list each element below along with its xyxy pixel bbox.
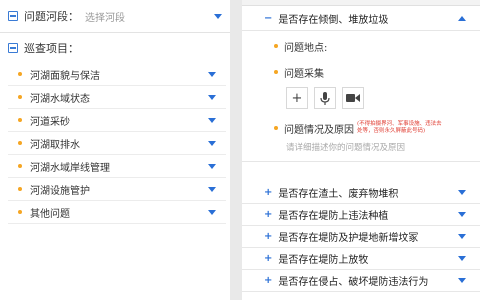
collect-field: 问题采集 — [274, 61, 480, 83]
item-label: 河湖面貌与保洁 — [30, 70, 100, 82]
chevron-down-icon[interactable] — [208, 117, 216, 123]
expand-icon: + — [264, 187, 273, 198]
chevron-down-icon[interactable] — [458, 190, 466, 195]
bullet-icon — [18, 164, 22, 168]
item-label: 河湖设施管护 — [30, 185, 90, 197]
chevron-down-icon[interactable] — [458, 256, 466, 261]
upload-row: + — [286, 87, 480, 109]
accordion-label: 是否存在堤防及护堤地新增坟冢 — [278, 233, 419, 244]
accordion-title: 是否存在倾倒、堆放垃圾 — [278, 14, 389, 26]
list-item[interactable]: 河湖取排水 — [8, 132, 226, 155]
accordion-label: 是否存在堤防上放牧 — [278, 255, 369, 266]
bullet-icon — [18, 95, 22, 99]
chevron-down-icon[interactable] — [208, 71, 216, 77]
chevron-down-icon[interactable] — [458, 212, 466, 217]
item-label: 河湖取排水 — [30, 139, 80, 151]
expand-icon: + — [264, 231, 273, 242]
chevron-down-icon[interactable] — [458, 278, 466, 283]
collect-label: 问题采集 — [284, 68, 324, 80]
accordion-item[interactable]: + 是否存在堤防上违法种植 — [242, 204, 480, 226]
list-item[interactable]: 河湖面貌与保洁 — [8, 63, 226, 86]
chevron-up-icon[interactable] — [458, 15, 466, 21]
chevron-down-icon[interactable] — [458, 234, 466, 239]
issue-form-panel: − 是否存在倾倒、堆放垃圾 问题地点: 问题采集 + 问题情况及原因 (不得拍摄… — [242, 0, 480, 300]
item-label: 河湖水域状态 — [30, 93, 90, 105]
location-label: 问题地点: — [284, 42, 328, 54]
accordion-label: 是否存在堤防上违法种植 — [278, 211, 389, 222]
mic-icon — [320, 91, 330, 105]
list-item[interactable]: 河道采砂 — [8, 109, 226, 132]
chevron-down-icon[interactable] — [208, 163, 216, 169]
inspection-list: 河湖面貌与保洁 河湖水域状态 河道采砂 河湖取排水 河湖水域岸线管理 河湖设施管… — [0, 63, 230, 224]
accordion-label: 是否存在渣土、废弃物堆积 — [278, 189, 399, 200]
bullet-icon — [18, 72, 22, 76]
chevron-down-icon[interactable] — [208, 209, 216, 215]
description-label: 问题情况及原因 — [284, 124, 354, 136]
accordion-item[interactable]: + 是否存在侵占、破坏堤防违法行为 — [242, 270, 480, 292]
list-item[interactable]: 其他问题 — [8, 201, 226, 224]
bullet-icon — [274, 126, 278, 130]
chevron-down-icon[interactable] — [208, 94, 216, 100]
description-field: 问题情况及原因 (不得拍摄界河、军事设施、违法去处等，否则永久屏蔽此号码) — [274, 117, 480, 139]
expand-icon: + — [264, 209, 273, 220]
chevron-down-icon[interactable] — [214, 13, 222, 19]
video-icon — [346, 94, 360, 102]
bullet-icon — [18, 141, 22, 145]
description-input[interactable]: 请详细描述你的问题情况及原因 — [286, 141, 480, 153]
expand-icon: + — [264, 275, 273, 286]
item-label: 河湖水域岸线管理 — [30, 162, 110, 174]
chevron-down-icon[interactable] — [208, 186, 216, 192]
chevron-down-icon[interactable] — [208, 140, 216, 146]
river-label: 问题河段： — [24, 10, 79, 23]
bullet-icon — [274, 44, 278, 48]
location-field[interactable]: 问题地点: — [274, 35, 480, 57]
accordion-item[interactable]: + 是否存在渣土、废弃物堆积 — [242, 182, 480, 204]
item-label: 其他问题 — [30, 208, 70, 220]
record-video-button[interactable] — [342, 87, 364, 109]
expand-icon: + — [264, 253, 273, 264]
record-audio-button[interactable] — [314, 87, 336, 109]
river-section-select[interactable]: 问题河段： 选择河段 — [0, 0, 230, 32]
list-icon — [8, 43, 18, 53]
bullet-icon — [18, 210, 22, 214]
accordion-item[interactable]: + 是否存在堤防上放牧 — [242, 248, 480, 270]
accordion-label: 是否存在侵占、破坏堤防违法行为 — [278, 277, 429, 288]
bullet-icon — [18, 187, 22, 191]
list-icon — [8, 11, 18, 21]
collapse-icon: − — [264, 12, 273, 24]
river-placeholder: 选择河段 — [85, 12, 125, 24]
bullet-icon — [274, 70, 278, 74]
list-item[interactable]: 河湖水域状态 — [8, 86, 226, 109]
inspection-panel: 问题河段： 选择河段 巡查项目： 河湖面貌与保洁 河湖水域状态 河道采砂 河湖取… — [0, 0, 230, 300]
item-label: 河道采砂 — [30, 116, 70, 128]
accordion-header-expanded[interactable]: − 是否存在倾倒、堆放垃圾 — [242, 6, 480, 30]
list-item[interactable]: 河湖水域岸线管理 — [8, 155, 226, 178]
accordion-body: 问题地点: 问题采集 + 问题情况及原因 (不得拍摄界河、军事设施、违法去处等，… — [242, 30, 480, 162]
list-item[interactable]: 河湖设施管护 — [8, 178, 226, 201]
add-photo-button[interactable]: + — [286, 87, 308, 109]
bullet-icon — [18, 118, 22, 122]
accordion-item[interactable]: + 是否存在堤防及护堤地新增坟冢 — [242, 226, 480, 248]
warning-text: (不得拍摄界河、军事设施、违法去处等，否则永久屏蔽此号码) — [357, 121, 442, 134]
inspection-label: 巡查项目： — [24, 42, 79, 55]
plus-icon: + — [291, 90, 303, 106]
inspection-header: 巡查项目： — [0, 33, 230, 63]
